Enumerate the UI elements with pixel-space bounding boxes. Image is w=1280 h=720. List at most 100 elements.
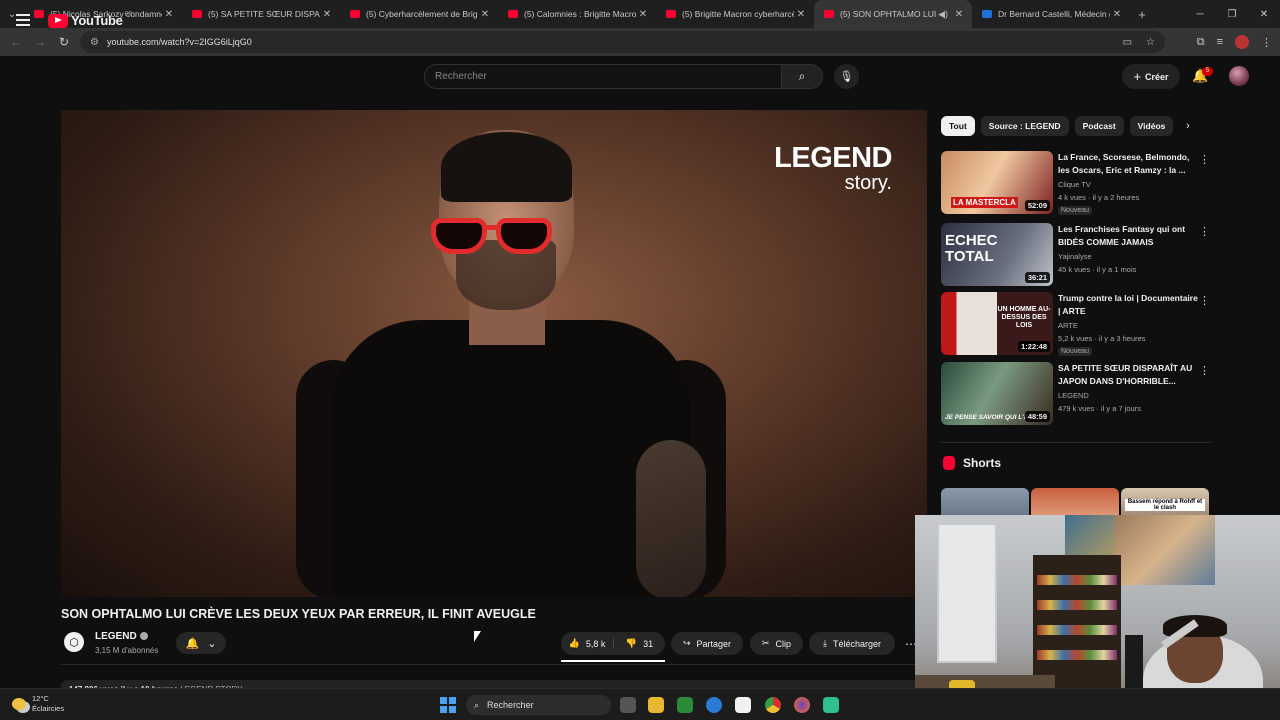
recommendation-title[interactable]: Les Franchises Fantasy qui ont BIDÉS COM… xyxy=(1058,223,1198,249)
close-tab-icon[interactable]: ✕ xyxy=(320,9,334,20)
download-icon: ⤓ xyxy=(822,638,827,648)
recommendation-channel[interactable]: ARTE xyxy=(1058,321,1078,330)
recommendation-channel[interactable]: LEGEND xyxy=(1058,391,1089,400)
cast-icon[interactable]: ▭ xyxy=(1123,37,1132,48)
browser-tab[interactable]: (5) Calomnies : Brigitte Macron... ✕ xyxy=(498,0,656,28)
forward-icon[interactable]: → xyxy=(28,35,52,49)
more-options-icon[interactable]: ⋮ xyxy=(1199,153,1210,166)
recommendation-item[interactable]: ECHEC TOTAL 36:21 Les Franchises Fantasy… xyxy=(941,223,1211,287)
recommendation-meta: 4 k vues · il y a 2 heures xyxy=(1058,193,1140,202)
reload-icon[interactable]: ↻ xyxy=(52,35,76,49)
recommendation-channel[interactable]: Yajinalyse xyxy=(1058,252,1092,261)
browser-menu-icon[interactable]: ⋮ xyxy=(1261,36,1272,49)
video-thumbnail[interactable]: ECHEC TOTAL 36:21 xyxy=(941,223,1053,286)
user-avatar[interactable] xyxy=(1229,66,1249,86)
create-button[interactable]: + Créer xyxy=(1122,64,1180,89)
chrome-icon[interactable] xyxy=(765,697,781,713)
microphone-icon[interactable]: 🎙 xyxy=(834,64,859,89)
chip-podcast[interactable]: Podcast xyxy=(1074,116,1124,136)
firefox-icon[interactable] xyxy=(794,697,810,713)
profile-icon[interactable] xyxy=(1235,35,1249,49)
video-thumbnail[interactable]: UN HOMME AU-DESSUS DES LOIS 1:22:48 xyxy=(941,292,1053,355)
browser-tab[interactable]: (5) Brigitte Macron cyberharcè... ✕ xyxy=(656,0,814,28)
edge-icon[interactable] xyxy=(706,697,722,713)
video-player[interactable]: LEGEND story. xyxy=(61,110,927,597)
thumbs-down-icon: 👎 xyxy=(625,638,638,648)
youtube-logo[interactable]: YouTube FR xyxy=(48,12,133,28)
webcam-scene xyxy=(1037,650,1117,660)
close-tab-icon[interactable]: ✕ xyxy=(952,9,966,20)
extensions-icon[interactable]: ⧉ xyxy=(1197,36,1205,49)
taskbar-search[interactable]: ⌕ Rechercher xyxy=(466,695,611,715)
recommendation-title[interactable]: Trump contre la loi | Documentaire | ART… xyxy=(1058,292,1198,318)
more-options-icon[interactable]: ⋮ xyxy=(1199,294,1210,307)
speaker-icon[interactable]: ◀) xyxy=(938,9,948,20)
chip-source[interactable]: Source : LEGEND xyxy=(980,116,1069,136)
file-explorer-icon[interactable] xyxy=(648,697,664,713)
youtube-favicon-icon xyxy=(824,10,834,18)
chevron-right-icon[interactable]: › xyxy=(1186,120,1190,132)
webcam-scene xyxy=(1037,625,1117,635)
url-field[interactable]: ⚙ youtube.com/watch?v=2IGG6iLjqG0 ▭ ☆ xyxy=(80,31,1165,53)
like-dislike-bar: 👍 5,8 k 👎 31 xyxy=(561,632,665,655)
site-info-icon[interactable]: ⚙ xyxy=(90,37,99,48)
close-tab-icon[interactable]: ✕ xyxy=(478,9,492,20)
youtube-favicon-icon xyxy=(34,10,44,18)
chip-videos[interactable]: Vidéos xyxy=(1129,116,1174,136)
bookmark-star-icon[interactable]: ☆ xyxy=(1146,37,1155,48)
clip-button[interactable]: ✂ Clip xyxy=(750,632,803,655)
red-sunglasses xyxy=(483,225,499,230)
video-thumbnail[interactable]: JE PENSE SAVOIR QUI L'A 48:59 xyxy=(941,362,1053,425)
chip-all[interactable]: Tout xyxy=(941,116,975,136)
more-options-icon[interactable]: ⋮ xyxy=(1199,225,1210,238)
address-bar: ← → ↻ ⚙ youtube.com/watch?v=2IGG6iLjqG0 … xyxy=(0,28,1280,56)
back-icon[interactable]: ← xyxy=(4,35,28,49)
video-thumbnail[interactable]: LA MASTERCLA 52:09 xyxy=(941,151,1053,214)
subscription-bell-button[interactable]: 🔔 ⌄ xyxy=(176,632,226,654)
menu-icon[interactable] xyxy=(16,14,30,26)
browser-tab[interactable]: (5) SA PETITE SŒUR DISPARAÎT...✕ xyxy=(182,0,340,28)
minimize-icon[interactable]: ─ xyxy=(1184,0,1216,28)
new-badge: Nouveau xyxy=(1058,347,1093,356)
browser-tab[interactable]: (5) Cyberharcèlement de Brigitte...✕ xyxy=(340,0,498,28)
channel-avatar[interactable]: ⬡ xyxy=(64,632,84,652)
verified-icon xyxy=(139,632,148,641)
app-icon[interactable] xyxy=(823,697,839,713)
recommendation-item[interactable]: LA MASTERCLA 52:09 La France, Scorsese, … xyxy=(941,151,1211,215)
share-icon: ↪ xyxy=(682,638,691,648)
red-sunglasses xyxy=(431,218,487,254)
download-button[interactable]: ⤓ Télécharger xyxy=(809,632,895,655)
channel-name[interactable]: LEGEND xyxy=(95,631,148,642)
nvidia-icon[interactable] xyxy=(677,697,693,713)
like-button[interactable]: 👍 5,8 k xyxy=(561,638,614,649)
recommendation-item[interactable]: UN HOMME AU-DESSUS DES LOIS 1:22:48 Trum… xyxy=(941,292,1211,356)
recommendation-channel[interactable]: Clique TV xyxy=(1058,180,1091,189)
media-icon[interactable]: ≡ xyxy=(1217,36,1223,48)
close-tab-icon[interactable]: ✕ xyxy=(636,9,650,20)
dislike-button[interactable]: 👎 31 xyxy=(614,638,665,649)
new-tab-button[interactable]: + xyxy=(1130,7,1154,22)
browser-tab[interactable]: Dr Bernard Castelli, Médecin gé...✕ xyxy=(972,0,1130,28)
browser-tab-active[interactable]: (5) SON OPHTALMO LUI CR...◀)✕ xyxy=(814,0,972,28)
store-icon[interactable] xyxy=(735,697,751,713)
close-tab-icon[interactable]: ✕ xyxy=(1110,9,1124,20)
close-window-icon[interactable]: ✕ xyxy=(1248,0,1280,28)
windows-start-icon[interactable] xyxy=(440,697,456,713)
browser-tab-bar: ⌄ (5) Nicolas Sarkozy condamné... ✕ (5) S… xyxy=(0,0,1280,28)
recommendation-meta: 5,2 k vues · il y a 3 heures xyxy=(1058,334,1146,343)
search-input[interactable]: Rechercher xyxy=(424,64,782,89)
close-tab-icon[interactable]: ✕ xyxy=(162,9,176,20)
search-icon[interactable]: ⌕ xyxy=(781,64,823,89)
close-tab-icon[interactable]: ✕ xyxy=(794,9,808,20)
youtube-favicon-icon xyxy=(192,10,202,18)
share-button[interactable]: ↪ Partager xyxy=(671,632,743,655)
recommendation-title[interactable]: SA PETITE SŒUR DISPARAÎT AU JAPON DANS D… xyxy=(1058,362,1198,388)
more-options-icon[interactable]: ⋮ xyxy=(1199,364,1210,377)
task-view-icon[interactable] xyxy=(620,697,636,713)
recommendation-title[interactable]: La France, Scorsese, Belmondo, les Oscar… xyxy=(1058,151,1198,177)
recommendation-item[interactable]: JE PENSE SAVOIR QUI L'A 48:59 SA PETITE … xyxy=(941,362,1211,426)
filter-chips: Tout Source : LEGEND Podcast Vidéos xyxy=(941,116,1174,136)
weather-widget[interactable]: 12°C Éclaircies xyxy=(12,694,64,714)
webcam-scene xyxy=(1037,575,1117,585)
maximize-icon[interactable]: ❐ xyxy=(1216,0,1248,28)
